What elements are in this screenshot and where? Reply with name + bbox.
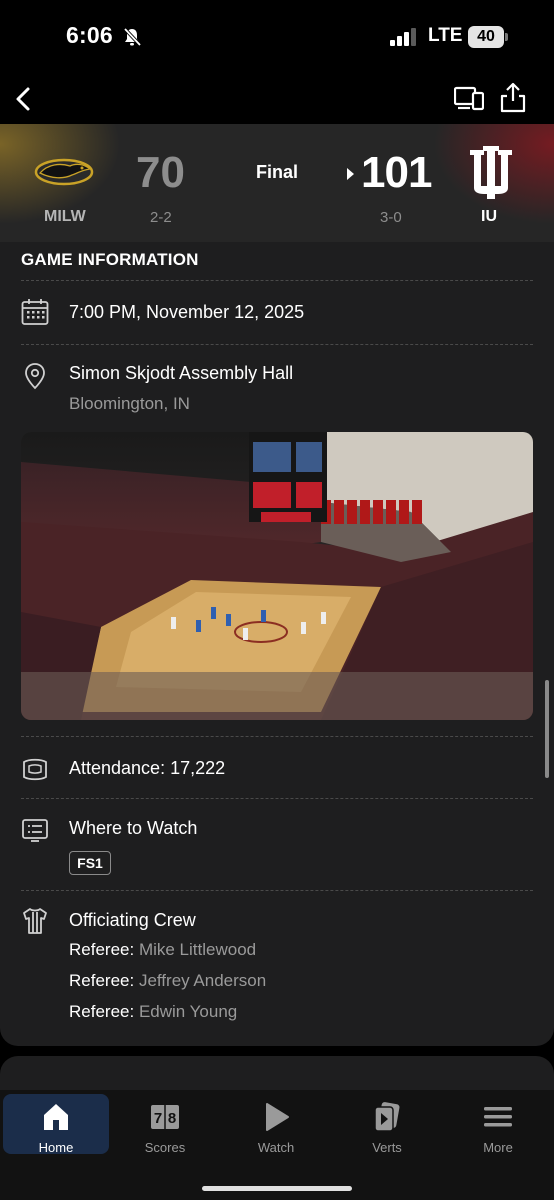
- referee-shirt-icon: [23, 908, 47, 934]
- game-status: Final: [256, 162, 299, 182]
- home-team-record: 3-0: [380, 209, 402, 226]
- game-information-card: GAME INFORMATION 7:00 PM, November 12, 2…: [0, 242, 554, 1046]
- away-team-abbr: MILW: [44, 208, 86, 225]
- battery-tip: [505, 33, 508, 41]
- signal-icon: [390, 28, 416, 46]
- battery-level: 40: [468, 26, 504, 48]
- network-type: LTE: [428, 25, 463, 46]
- tab-label: More: [483, 1140, 513, 1155]
- svg-text:8: 8: [168, 1110, 176, 1127]
- section-title: GAME INFORMATION: [21, 250, 199, 269]
- share-icon[interactable]: [499, 81, 527, 113]
- watch-play-icon: [266, 1103, 289, 1131]
- tv-guide-icon: [22, 819, 48, 842]
- milwaukee-panther-logo: [34, 158, 94, 186]
- attendance: Attendance: 17,222: [69, 758, 226, 778]
- tab-bar: Home 7 8 Scores Watch Verts More: [0, 1090, 554, 1200]
- tab-label: Verts: [372, 1140, 402, 1155]
- home-icon: [44, 1104, 68, 1130]
- more-menu-icon: [484, 1107, 512, 1127]
- tab-verts[interactable]: Verts: [334, 1094, 440, 1155]
- home-team-abbr: IU: [481, 208, 497, 225]
- referee-row: Referee: Jeffrey Anderson: [69, 971, 266, 991]
- tab-label: Home: [38, 1140, 74, 1155]
- divider: [21, 890, 533, 891]
- tab-label: Watch: [257, 1140, 295, 1155]
- cast-device-icon[interactable]: [454, 84, 484, 112]
- divider: [21, 736, 533, 737]
- status-bar: 6:06 LTE 40: [0, 0, 554, 76]
- tab-scores[interactable]: 7 8 Scores: [112, 1094, 218, 1155]
- home-score: 101: [361, 148, 432, 197]
- indiana-logo: [470, 146, 512, 199]
- tab-more[interactable]: More: [445, 1094, 551, 1155]
- home-indicator[interactable]: [202, 1186, 352, 1191]
- game-datetime: 7:00 PM, November 12, 2025: [69, 302, 305, 322]
- verts-icon: [374, 1102, 400, 1132]
- tab-watch[interactable]: Watch: [223, 1094, 329, 1155]
- venue-location: Bloomington, IN: [69, 394, 190, 413]
- referee-name: Jeffrey Anderson: [138, 971, 267, 990]
- referee-row: Referee: Edwin Young: [69, 1002, 237, 1022]
- divider: [21, 280, 533, 281]
- scroll-indicator[interactable]: [545, 680, 549, 778]
- svg-text:7: 7: [154, 1110, 162, 1127]
- referee-label: Referee:: [69, 1002, 135, 1021]
- tab-label: Scores: [144, 1140, 186, 1155]
- scoreboard[interactable]: 70 Final 101 MILW 2-2 3-0 IU: [0, 124, 554, 242]
- venue-photo: [21, 432, 533, 720]
- winner-indicator: [347, 168, 354, 180]
- location-pin-icon: [25, 363, 45, 390]
- referee-name: Edwin Young: [138, 1002, 238, 1021]
- referee-label: Referee:: [69, 971, 135, 990]
- bell-muted-icon: [123, 27, 142, 47]
- away-score: 70: [136, 148, 185, 197]
- back-icon[interactable]: [12, 84, 40, 114]
- away-team-record: 2-2: [150, 209, 172, 226]
- status-time: 6:06: [66, 22, 113, 48]
- divider: [21, 798, 533, 799]
- where-to-watch-label: Where to Watch: [69, 818, 198, 838]
- divider: [21, 344, 533, 345]
- referee-label: Referee:: [69, 940, 135, 959]
- scores-icon: 7 8: [151, 1105, 179, 1129]
- referee-row: Referee: Mike Littlewood: [69, 940, 256, 960]
- arena-icon: [23, 758, 47, 781]
- venue-name[interactable]: Simon Skjodt Assembly Hall: [69, 363, 293, 384]
- referee-name: Mike Littlewood: [138, 940, 257, 959]
- nav-bar: [0, 76, 554, 124]
- tv-network-badge[interactable]: FS1: [69, 851, 111, 875]
- tab-home[interactable]: Home: [3, 1094, 109, 1155]
- calendar-icon: [21, 299, 49, 325]
- officiating-crew-title: Officiating Crew: [69, 910, 196, 930]
